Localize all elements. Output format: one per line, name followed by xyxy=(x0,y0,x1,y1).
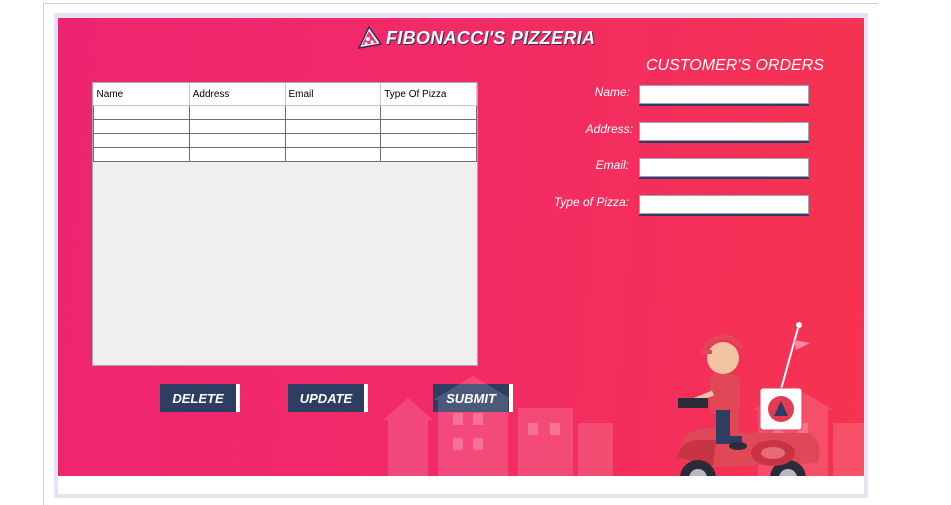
app-title: FIBONACCI'S PIZZERIA xyxy=(386,27,596,48)
table-cell[interactable] xyxy=(284,105,382,120)
delete-button[interactable]: DELETE xyxy=(160,384,236,412)
table-row[interactable] xyxy=(93,133,477,148)
table-row[interactable] xyxy=(93,147,477,162)
table-cell[interactable] xyxy=(284,147,382,162)
table-cell[interactable] xyxy=(188,147,286,162)
table-cell[interactable] xyxy=(380,147,477,162)
pizza-type-field[interactable] xyxy=(639,195,809,214)
delivery-scooter-illustration xyxy=(383,322,864,476)
status-strip xyxy=(58,476,864,494)
table-cell[interactable] xyxy=(380,105,477,120)
column-header-name[interactable]: Name xyxy=(93,83,190,106)
window-top-edge xyxy=(43,3,878,4)
table-cell[interactable] xyxy=(380,119,477,134)
email-label: Email: xyxy=(595,158,629,172)
table-cell[interactable] xyxy=(284,119,382,134)
table-cell[interactable] xyxy=(188,119,286,134)
form-title: CUSTOMER'S ORDERS xyxy=(646,57,824,74)
pizza-slice-icon xyxy=(357,25,383,49)
name-field[interactable] xyxy=(639,85,809,104)
table-cell[interactable] xyxy=(93,105,190,120)
update-button[interactable]: UPDATE xyxy=(288,384,364,412)
window-left-edge xyxy=(43,3,44,505)
column-header-address[interactable]: Address xyxy=(189,83,286,106)
name-label: Name: xyxy=(594,85,630,99)
table-row[interactable] xyxy=(93,105,477,120)
address-field[interactable] xyxy=(639,122,809,141)
table-cell[interactable] xyxy=(188,133,286,148)
table-cell[interactable] xyxy=(93,147,190,162)
table-cell[interactable] xyxy=(93,119,190,134)
main-canvas: FIBONACCI'S PIZZERIA Name Address Email … xyxy=(58,18,864,476)
table-cell[interactable] xyxy=(380,133,477,148)
column-header-pizza-type[interactable]: Type Of Pizza xyxy=(380,83,477,106)
address-label: Address: xyxy=(585,122,633,136)
table-row[interactable] xyxy=(93,119,477,134)
table-header-row: Name Address Email Type Of Pizza xyxy=(93,83,477,106)
table-cell[interactable] xyxy=(284,133,382,148)
pizza-type-label: Type of Pizza: xyxy=(553,195,629,209)
table-cell[interactable] xyxy=(93,133,190,148)
column-header-email[interactable]: Email xyxy=(285,83,382,106)
email-field[interactable] xyxy=(639,158,809,177)
app-logo: FIBONACCI'S PIZZERIA xyxy=(356,22,595,54)
table-cell[interactable] xyxy=(188,105,286,120)
